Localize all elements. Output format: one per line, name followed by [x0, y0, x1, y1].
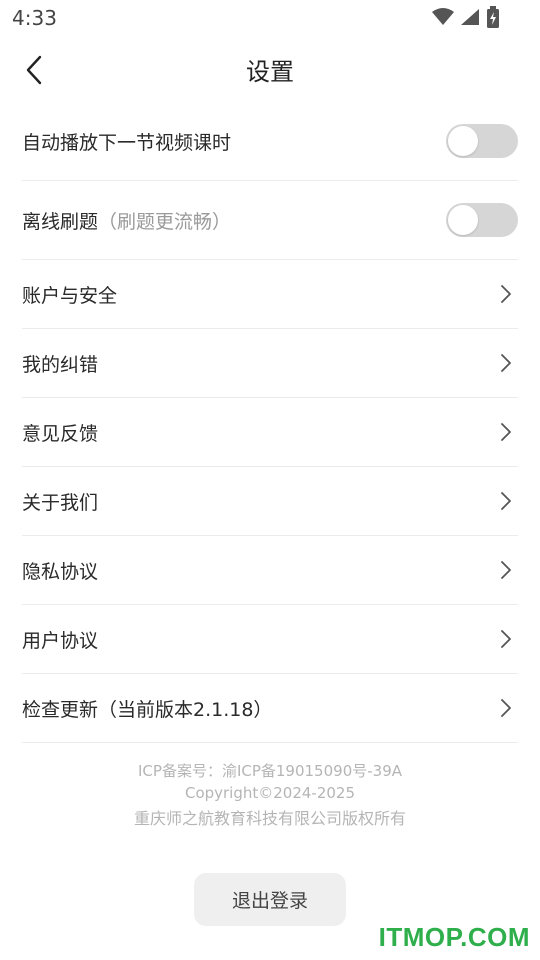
chevron-right-icon [496, 627, 516, 651]
settings-item-label: 隐私协议 [22, 560, 99, 583]
settings-item-label: 用户协议 [22, 629, 99, 652]
setting-hint-offline: （刷题更流畅） [98, 210, 232, 233]
signal-icon [460, 8, 480, 30]
settings-item-label: 意见反馈 [22, 422, 99, 445]
logout-button[interactable]: 退出登录 [194, 873, 346, 926]
icp-number: ICP备案号：渝ICP备19015090号-39A [138, 762, 402, 780]
chevron-right-icon [496, 420, 516, 444]
company-notice: 重庆师之航教育科技有限公司版权所有 [133, 809, 406, 828]
settings-list: 自动播放下一节视频课时 离线刷题 （刷题更流畅） 账户与安全 我的纠错 意见反馈… [22, 102, 518, 743]
autoplay-toggle[interactable] [446, 124, 518, 158]
settings-item-label: 账户与安全 [22, 284, 118, 307]
settings-item-my-corrections[interactable]: 我的纠错 [22, 329, 518, 398]
settings-item-label: 关于我们 [22, 491, 99, 514]
toggle-knob [448, 205, 478, 235]
offline-toggle[interactable] [446, 203, 518, 237]
settings-item-privacy-policy[interactable]: 隐私协议 [22, 536, 518, 605]
setting-label-group-offline: 离线刷题 （刷题更流畅） [22, 207, 231, 234]
chevron-right-icon [496, 351, 516, 375]
watermark-text: ITMOP.COM [378, 922, 530, 952]
settings-item-account-security[interactable]: 账户与安全 [22, 260, 518, 329]
footer: ICP备案号：渝ICP备19015090号-39A Copyright©2024… [0, 760, 540, 830]
page-title: 设置 [246, 58, 294, 86]
toggle-knob [448, 126, 478, 156]
chevron-right-icon [496, 696, 516, 720]
settings-item-check-update[interactable]: 检查更新（当前版本2.1.18） [22, 674, 518, 743]
settings-item-about-us[interactable]: 关于我们 [22, 467, 518, 536]
setting-label-autoplay: 自动播放下一节视频课时 [22, 131, 232, 154]
setting-label-offline: 离线刷题 [22, 210, 99, 233]
settings-item-label: 检查更新（当前版本2.1.18） [22, 698, 273, 721]
settings-item-user-agreement[interactable]: 用户协议 [22, 605, 518, 674]
status-bar: 4:33 [0, 0, 540, 36]
battery-charging-icon [486, 6, 500, 32]
setting-row-autoplay: 自动播放下一节视频课时 [22, 102, 518, 181]
chevron-right-icon [496, 489, 516, 513]
status-icons [432, 6, 500, 32]
setting-row-offline: 离线刷题 （刷题更流畅） [22, 181, 518, 260]
nav-bar: 设置 [0, 40, 540, 98]
wifi-icon [432, 8, 454, 30]
settings-item-feedback[interactable]: 意见反馈 [22, 398, 518, 467]
chevron-right-icon [496, 282, 516, 306]
copyright-text: Copyright©2024-2025 [184, 784, 356, 802]
status-time: 4:33 [12, 6, 57, 30]
settings-item-label: 我的纠错 [22, 353, 99, 376]
chevron-right-icon [496, 558, 516, 582]
